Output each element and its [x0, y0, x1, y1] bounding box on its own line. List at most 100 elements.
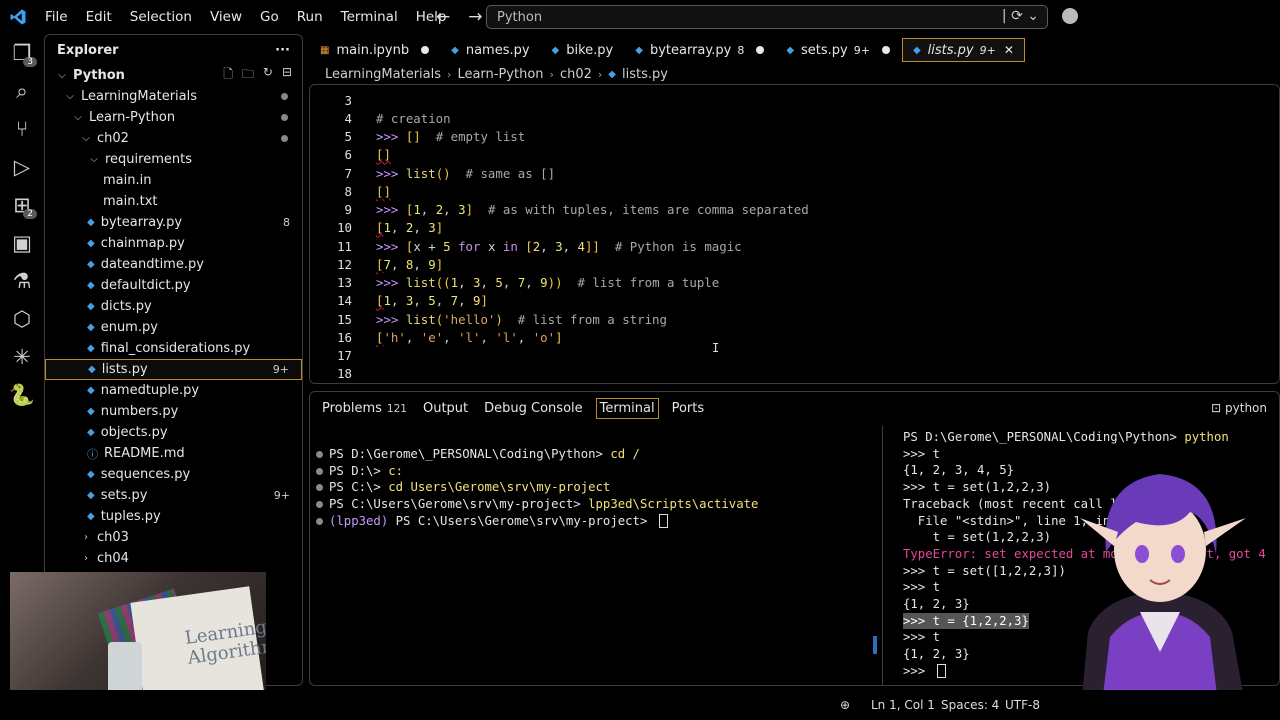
- panel-tab-problems[interactable]: Problems 121: [314, 401, 415, 416]
- tab-sets-py[interactable]: ◆ sets.py 9+: [776, 38, 900, 62]
- cursor-position[interactable]: Ln 1, Col 1: [871, 698, 935, 712]
- tree-item[interactable]: ◆ lists.py 9+: [45, 359, 302, 380]
- tree-item[interactable]: ◆ namedtuple.py: [45, 380, 302, 401]
- remote-explorer-icon[interactable]: ▣: [0, 224, 44, 262]
- editor-tabs: ▦ main.ipynb ◆ names.py ◆ bike.py ◆ bytearray.p…: [310, 38, 1027, 62]
- panel-tab-ports[interactable]: Ports: [664, 401, 713, 416]
- tree-item[interactable]: ◆ chainmap.py: [45, 233, 302, 254]
- menu-item-selection[interactable]: Selection: [121, 9, 201, 25]
- tab-bytearray-py[interactable]: ◆ bytearray.py 8: [625, 38, 774, 62]
- menu-item-view[interactable]: View: [201, 9, 251, 25]
- tab-main-ipynb[interactable]: ▦ main.ipynb: [310, 38, 439, 62]
- tree-item[interactable]: ◆ tuples.py: [45, 506, 302, 527]
- tree-item[interactable]: ⓘ README.md: [45, 443, 302, 464]
- tree-item[interactable]: ◆ numbers.py: [45, 401, 302, 422]
- new-folder-icon[interactable]: 🗀: [242, 65, 254, 86]
- tree-item[interactable]: ◆ objects.py: [45, 422, 302, 443]
- tab-lists-py[interactable]: ◆ lists.py 9+ ✕: [901, 38, 1025, 62]
- terminal-prompt: PS D:\>: [329, 463, 389, 478]
- copilot-chevron-icon[interactable]: | ⟳ ⌄: [1002, 8, 1039, 24]
- tree-item[interactable]: main.in: [45, 170, 302, 191]
- testing-icon[interactable]: ⚗: [0, 262, 44, 300]
- tree-item[interactable]: ◆ sets.py 9+: [45, 485, 302, 506]
- back-arrow-icon[interactable]: ←: [436, 7, 450, 27]
- tree-item[interactable]: ◆ dateandtime.py: [45, 254, 302, 275]
- encoding[interactable]: UTF-8: [1005, 698, 1040, 712]
- command-center[interactable]: Python | ⟳ ⌄: [486, 5, 1048, 29]
- command-decoration-icon[interactable]: [316, 484, 323, 492]
- code-token: in: [495, 238, 526, 254]
- tab-names-py[interactable]: ◆ names.py: [441, 38, 539, 62]
- forward-arrow-icon[interactable]: →: [468, 7, 482, 27]
- code-editor[interactable]: I 3 4 # creation 5 >>> [] # empty list 6[] 7 >>…: [309, 84, 1280, 384]
- unsaved-dot-icon[interactable]: [756, 46, 765, 54]
- chevron-right-icon: ›: [84, 553, 88, 564]
- menu-item-go[interactable]: Go: [251, 9, 288, 25]
- terminal-left[interactable]: PS D:\Gerome\_PERSONAL\Coding\Python> cd…: [316, 446, 758, 530]
- zoom-icon[interactable]: ⊕: [840, 698, 850, 712]
- tree-item[interactable]: ◆ final_considerations.py: [45, 338, 302, 359]
- menu-item-file[interactable]: File: [36, 9, 77, 25]
- tab-bike-py[interactable]: ◆ bike.py: [542, 38, 624, 62]
- tree-item[interactable]: ⌵ Learn-Python: [45, 107, 302, 128]
- menu-item-run[interactable]: Run: [288, 9, 332, 25]
- code-token: # list from a string: [517, 311, 667, 327]
- code-text: ['h', 'e', 'l', 'l', 'o']: [376, 330, 563, 345]
- panel-tab-label: Output: [422, 400, 469, 416]
- indentation[interactable]: Spaces: 4: [941, 698, 999, 712]
- accounts-icon[interactable]: [1062, 8, 1078, 24]
- breadcrumb-item[interactable]: Learn-Python: [457, 67, 543, 82]
- close-icon[interactable]: ✕: [1004, 43, 1014, 57]
- tree-item[interactable]: ⌵ LearningMaterials: [45, 86, 302, 107]
- code-token: ,: [517, 329, 533, 345]
- code-token: [: [525, 238, 533, 254]
- code-line: 14 [1, 3, 5, 7, 9]: [310, 292, 1270, 310]
- extensions-icon[interactable]: ⊞ 2: [0, 186, 44, 224]
- problem-count-badge: 9+: [272, 363, 289, 376]
- run-debug-icon[interactable]: ▷: [0, 148, 44, 186]
- tree-item[interactable]: › ch04: [45, 548, 302, 569]
- menu-item-terminal[interactable]: Terminal: [332, 9, 407, 25]
- command-decoration-icon[interactable]: [316, 450, 323, 458]
- explorer-icon[interactable]: ❐ 3: [0, 34, 44, 72]
- containers-icon[interactable]: ⬡: [0, 300, 44, 338]
- unsaved-dot-icon[interactable]: [421, 46, 430, 54]
- refresh-icon[interactable]: ↻: [263, 65, 273, 86]
- command-decoration-icon[interactable]: [316, 467, 323, 475]
- tab-problem-badge: 8: [737, 43, 745, 57]
- copilot-icon[interactable]: ✳: [0, 338, 44, 376]
- panel-tab-debug-console[interactable]: Debug Console: [476, 401, 591, 416]
- tree-item[interactable]: ◆ enum.py: [45, 317, 302, 338]
- python-icon[interactable]: 🐍: [0, 376, 44, 414]
- chevron-right-icon: ›: [549, 68, 554, 81]
- terminal-shell-label[interactable]: ⊡ python: [1211, 401, 1267, 415]
- breadcrumb-item[interactable]: LearningMaterials: [325, 67, 441, 82]
- tree-item[interactable]: main.txt: [45, 191, 302, 212]
- tree-item[interactable]: ⌵ ch02: [45, 128, 302, 149]
- breadcrumb-item[interactable]: lists.py: [622, 67, 668, 82]
- command-decoration-icon[interactable]: [316, 500, 323, 508]
- breadcrumb-item[interactable]: ch02: [560, 67, 592, 82]
- command-center-text: Python: [497, 9, 543, 25]
- tree-item[interactable]: ◆ dicts.py: [45, 296, 302, 317]
- menu-item-edit[interactable]: Edit: [77, 9, 121, 25]
- collapse-all-icon[interactable]: ⊟: [282, 65, 292, 86]
- workspace-root[interactable]: ⌵ Python 🗋 🗀 ↻ ⊟: [45, 65, 302, 86]
- unsaved-dot-icon[interactable]: [881, 46, 890, 54]
- code-token: 1: [383, 220, 391, 236]
- tree-item[interactable]: › ch03: [45, 527, 302, 548]
- search-icon[interactable]: ⌕: [0, 72, 44, 110]
- panel-tab-terminal[interactable]: Terminal: [595, 397, 659, 419]
- source-control-icon[interactable]: ⑂: [0, 110, 44, 148]
- panel-tab-output[interactable]: Output: [415, 401, 476, 416]
- tree-item[interactable]: ◆ sequences.py: [45, 464, 302, 485]
- more-actions-icon[interactable]: ···: [275, 43, 290, 58]
- command-decoration-icon[interactable]: [316, 517, 323, 525]
- code-line: 8 []: [310, 182, 1270, 200]
- new-file-icon[interactable]: 🗋: [223, 65, 233, 86]
- tree-item[interactable]: ⌵ requirements: [45, 149, 302, 170]
- tree-item[interactable]: ◆ bytearray.py 8: [45, 212, 302, 233]
- file-tree: ⌵ LearningMaterials ⌵ Learn-Python ⌵ ch02 ⌵ req…: [45, 86, 302, 569]
- tree-item[interactable]: ◆ defaultdict.py: [45, 275, 302, 296]
